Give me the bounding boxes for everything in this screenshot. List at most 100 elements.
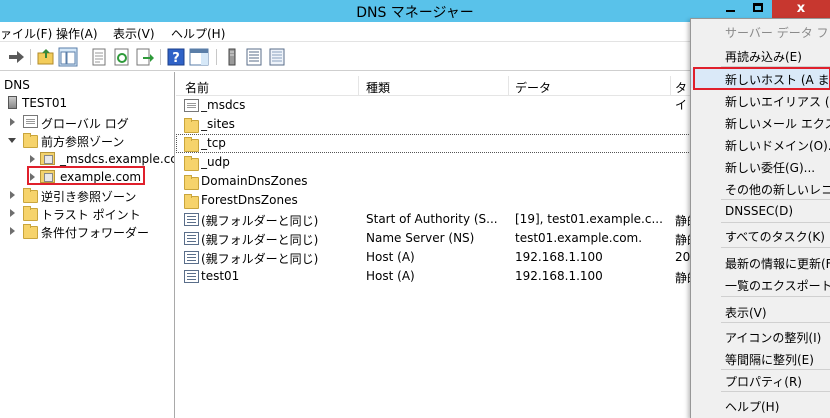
tree-item-label: TEST01 <box>22 96 68 110</box>
menu-item-line-up-icons[interactable]: 等間隔に整列(E) <box>691 348 830 368</box>
refresh-icon[interactable] <box>112 47 132 67</box>
menu-item-label: 等間隔に整列(E) <box>725 353 814 367</box>
help-icon[interactable]: ? <box>166 47 186 67</box>
menu-item-new-domain[interactable]: 新しいドメイン(O)... <box>691 134 830 154</box>
tree-item-label: トラスト ポイント <box>41 208 141 222</box>
table-row[interactable]: ForestDnsZones <box>176 191 691 210</box>
highlight-box <box>693 67 830 90</box>
tree-item-dns[interactable]: DNS <box>4 76 174 95</box>
table-row[interactable]: DomainDnsZones <box>176 172 691 191</box>
up-folder-icon[interactable] <box>36 47 56 67</box>
table-row[interactable]: _udp <box>176 153 691 172</box>
menu-item-help[interactable]: ヘルプ(H) <box>691 395 830 415</box>
menu-item-new-delegation[interactable]: 新しい委任(G)... <box>691 156 830 176</box>
menu-item-label: ヘルプ(H) <box>725 400 780 414</box>
expand-arrow-icon[interactable] <box>30 155 35 163</box>
context-menu: サーバー データ ファイル 再読み込み(E) 新しいホスト (A または 新しい… <box>690 18 830 418</box>
menu-item-new-alias[interactable]: 新しいエイリアス (CNA <box>691 90 830 110</box>
folder-icon <box>184 156 199 171</box>
tree-item-global-log[interactable]: グローバル ログ <box>8 113 174 132</box>
record-icon <box>184 213 199 226</box>
minimize-button[interactable] <box>716 0 744 20</box>
expand-arrow-icon[interactable] <box>10 191 15 199</box>
menu-item-label: プロパティ(R) <box>725 375 802 389</box>
tree-item-forward-zones[interactable]: 前方参照ゾーン <box>8 131 174 150</box>
menu-item-export-list[interactable]: 一覧のエクスポート(L) <box>691 274 830 294</box>
table-row[interactable]: _sites <box>176 115 691 134</box>
folder-icon <box>23 206 38 221</box>
menu-separator <box>721 391 830 392</box>
table-row[interactable]: test01 Host (A) 192.168.1.100 静的 <box>176 267 691 286</box>
table-row[interactable]: (親フォルダーと同じ) Name Server (NS) test01.exam… <box>176 229 691 248</box>
menu-item-label: 新しい委任(G)... <box>725 161 816 175</box>
cell-data: 192.168.1.100 <box>515 250 603 264</box>
menu-item-arrange-icons[interactable]: アイコンの整列(I) <box>691 326 830 346</box>
maximize-icon <box>753 3 763 12</box>
menu-item-new-mail-exchanger[interactable]: 新しいメール エクスチェ <box>691 112 830 132</box>
cell-name: _sites <box>201 117 235 131</box>
menu-item-server-data-file: サーバー データ ファイル <box>691 21 830 41</box>
menu-item-other-new-records[interactable]: その他の新しいレコード <box>691 178 830 198</box>
list-header: 名前 種類 データ タイ <box>176 76 691 112</box>
forward-arrow-icon[interactable] <box>6 47 26 67</box>
close-button[interactable]: x <box>772 0 830 20</box>
export-list-icon[interactable] <box>135 47 155 67</box>
menu-item-label: 新しいドメイン(O)... <box>725 139 830 153</box>
table-row[interactable]: (親フォルダーと同じ) Host (A) 192.168.1.100 20 <box>176 248 691 267</box>
menu-item-view[interactable]: 表示(V) <box>691 301 830 321</box>
records-list-icon[interactable] <box>244 47 264 67</box>
menu-item-label: 一覧のエクスポート(L) <box>725 279 830 293</box>
cell-name: test01 <box>201 269 240 283</box>
table-row[interactable]: _tcp <box>176 134 691 153</box>
cell-timestamp: 20 <box>675 250 691 264</box>
menu-item-all-tasks[interactable]: すべてのタスク(K) <box>691 225 830 245</box>
cell-name: _tcp <box>201 136 226 150</box>
column-divider[interactable] <box>358 76 359 96</box>
menu-file[interactable]: ァイル(F) <box>0 25 52 42</box>
records-list: 名前 種類 データ タイ _msdcs _sites _tcp _udp Dom… <box>176 72 691 418</box>
menu-separator <box>721 199 830 200</box>
tree-item-conditional-forwarders[interactable]: 条件付フォワーダー <box>8 222 174 241</box>
menu-item-properties[interactable]: プロパティ(R) <box>691 370 830 390</box>
menu-separator <box>721 247 830 248</box>
tree-item-reverse-zones[interactable]: 逆引き参照ゾーン <box>8 186 174 205</box>
tree-item-label: 条件付フォワーダー <box>41 226 150 240</box>
toolbar-separator <box>216 49 217 65</box>
server-icon[interactable] <box>222 47 242 67</box>
record-icon <box>184 232 199 245</box>
tree-item-trust-points[interactable]: トラスト ポイント <box>8 204 174 223</box>
menu-item-reload[interactable]: 再読み込み(E) <box>691 45 830 65</box>
minimize-icon <box>725 10 735 12</box>
menu-item-dnssec[interactable]: DNSSEC(D) <box>691 201 830 221</box>
records-detail-icon[interactable] <box>267 47 287 67</box>
maximize-button[interactable] <box>744 0 772 20</box>
cell-timestamp: 静的 <box>675 233 691 247</box>
tree-item-label: DNS <box>4 78 30 92</box>
show-console-tree-icon[interactable] <box>58 47 78 67</box>
table-row[interactable]: _msdcs <box>176 96 691 115</box>
folder-icon <box>184 194 199 209</box>
expand-arrow-icon[interactable] <box>10 209 15 217</box>
menu-item-refresh[interactable]: 最新の情報に更新(F) <box>691 252 830 272</box>
zone-icon <box>40 152 55 165</box>
cell-name: (親フォルダーと同じ) <box>201 252 319 266</box>
column-divider[interactable] <box>508 76 509 96</box>
column-header-type[interactable]: 種類 <box>366 79 390 96</box>
column-header-name[interactable]: 名前 <box>185 79 209 96</box>
column-header-data[interactable]: データ <box>515 79 551 96</box>
menu-action[interactable]: 操作(A) <box>56 25 98 42</box>
expand-arrow-icon[interactable] <box>10 118 15 126</box>
record-icon <box>184 251 199 264</box>
properties-sheet-icon[interactable] <box>89 47 109 67</box>
folder-icon <box>23 224 38 239</box>
menu-view[interactable]: 表示(V) <box>113 25 155 42</box>
collapse-arrow-icon[interactable] <box>8 138 16 143</box>
tree-item-server[interactable]: TEST01 <box>4 94 174 113</box>
column-divider[interactable] <box>670 76 671 96</box>
expand-arrow-icon[interactable] <box>10 227 15 235</box>
cell-name: ForestDnsZones <box>201 193 298 207</box>
show-action-pane-icon[interactable] <box>189 47 209 67</box>
menu-help[interactable]: ヘルプ(H) <box>171 25 225 42</box>
tree-item-label: 逆引き参照ゾーン <box>41 190 137 204</box>
table-row[interactable]: (親フォルダーと同じ) Start of Authority (S... [19… <box>176 210 691 229</box>
